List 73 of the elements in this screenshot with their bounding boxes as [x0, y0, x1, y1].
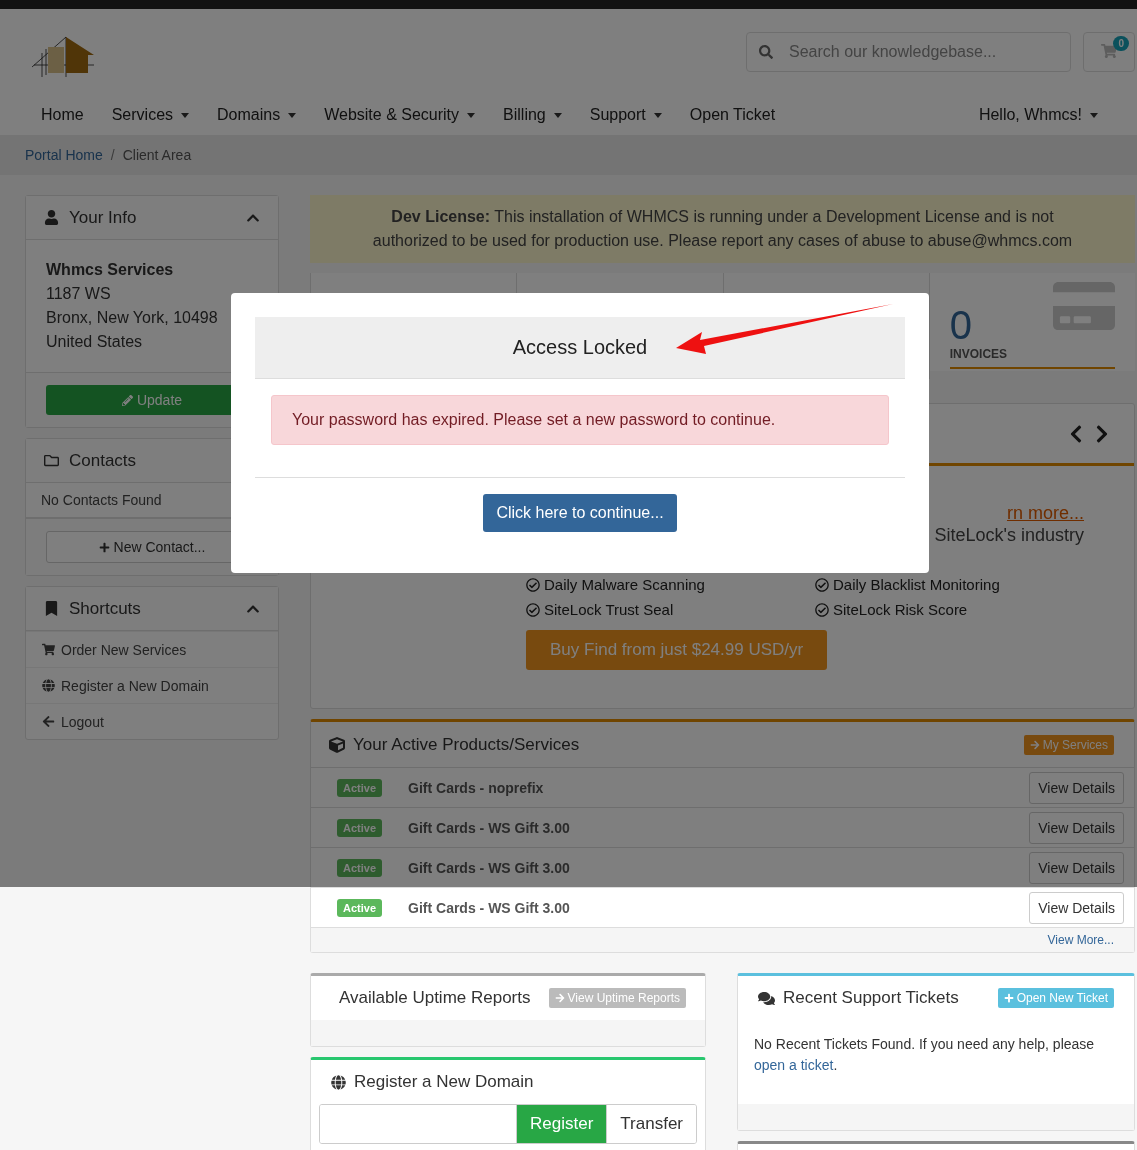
product-name: Gift Cards - WS Gift 3.00: [408, 859, 571, 876]
cube-icon: [329, 736, 345, 753]
panel-title: Shortcuts: [69, 598, 142, 619]
user-menu[interactable]: Hello, Whmcs!: [964, 106, 1112, 124]
error-alert: Your password has expired. Please set a new password to continue.: [271, 395, 889, 445]
stat-tile[interactable]: 0 INVOICES: [928, 273, 1135, 379]
status-badge: Active: [337, 818, 383, 837]
status-badge: Active: [337, 858, 383, 877]
domain-field[interactable]: Register Transfer: [319, 1104, 697, 1144]
feature-label: SiteLock Trust Seal: [544, 601, 674, 618]
breadcrumb-item[interactable]: Client Area: [122, 147, 192, 163]
nav-item[interactable]: Website & Security: [310, 106, 490, 124]
feature-label: Daily Blacklist Monitoring: [833, 576, 1000, 593]
panel-title: Available Uptime Reports: [339, 988, 531, 1008]
panel-title: Your Active Products/Services: [353, 734, 581, 755]
cart-count: 0: [1113, 36, 1129, 51]
nav-item[interactable]: Domains: [203, 106, 311, 124]
breadcrumb-separator: /: [110, 147, 115, 163]
shortcut-link[interactable]: Order New Services: [26, 631, 278, 667]
shortcut-link[interactable]: Register a New Domain: [26, 667, 278, 703]
panel-title: Your Info: [69, 207, 138, 228]
folder-icon: [44, 453, 59, 468]
globe-icon: [331, 1074, 346, 1090]
view-details-button[interactable]: View Details: [1029, 771, 1124, 804]
panel-title: Contacts: [69, 450, 138, 471]
stat-value: 0: [949, 303, 973, 347]
domain-tab[interactable]: Register: [516, 1105, 607, 1143]
view-details-button[interactable]: View Details: [1029, 851, 1124, 884]
nav-item[interactable]: Open Ticket: [675, 106, 790, 124]
nav-item[interactable]: Services: [97, 106, 204, 124]
feature-label: SiteLock Risk Score: [833, 601, 968, 618]
stat-label: INVOICES: [949, 347, 1115, 369]
search-icon: [759, 45, 773, 59]
nav-item[interactable]: Home: [27, 106, 98, 124]
status-badge: Active: [337, 898, 383, 917]
product-name: Gift Cards - WS Gift 3.00: [408, 819, 571, 836]
arrow-icon: [554, 993, 565, 1003]
product-name: Gift Cards - noprefix: [408, 779, 545, 796]
feature-label: Daily Malware Scanning: [544, 576, 705, 593]
promo-text: SiteLock's industry: [934, 524, 1084, 546]
product-name: Gift Cards - WS Gift 3.00: [408, 899, 571, 916]
modal-title: Access Locked: [255, 317, 905, 379]
view-details-button[interactable]: View Details: [1029, 811, 1124, 844]
view-details-button[interactable]: View Details: [1029, 891, 1124, 924]
comments-icon: [758, 989, 775, 1007]
client-name: Whmcs Services: [46, 260, 175, 280]
shortcut-icon: [42, 679, 55, 692]
pencil-icon: [121, 394, 133, 406]
shortcut-icon: [42, 643, 55, 656]
arrow-icon: [1029, 739, 1040, 750]
continue-button[interactable]: Click here to continue...: [483, 494, 677, 532]
breadcrumb-item[interactable]: Portal Home: [25, 147, 103, 163]
panel-title: Register a New Domain: [354, 1072, 535, 1092]
domain-tab[interactable]: Transfer: [606, 1105, 696, 1143]
user-icon: [44, 210, 59, 225]
cart-button[interactable]: 0: [1083, 32, 1135, 72]
nav-item[interactable]: Support: [575, 106, 676, 124]
plus-icon: [1003, 993, 1014, 1003]
license-banner: Dev License: This installation of WHMCS is running under a Development License and is not authorized to be used for production use. Please report any cases of abuse to abuse@whmcs.com: [310, 195, 1135, 263]
bookmark-icon: [44, 601, 59, 616]
shortcut-link[interactable]: Logout: [26, 703, 278, 739]
search-field[interactable]: Search our knowledgebase...: [746, 32, 1071, 72]
nav-item[interactable]: Billing: [489, 106, 576, 124]
address-line: Bronx, New York, 10498: [46, 308, 219, 328]
empty-message: No Recent Tickets Found. If you need any help, please open a ticket.: [753, 1035, 1096, 1075]
status-badge: Active: [337, 778, 383, 797]
shortcut-icon: [42, 715, 55, 728]
address-line: United States: [46, 332, 144, 352]
panel-title: Recent Support Tickets: [783, 988, 960, 1008]
address-line: 1187 WS: [46, 284, 112, 304]
learn-more-link[interactable]: rn more...: [1006, 502, 1084, 524]
view-more-link[interactable]: View More...: [1047, 933, 1114, 947]
plus-icon: [98, 541, 110, 553]
